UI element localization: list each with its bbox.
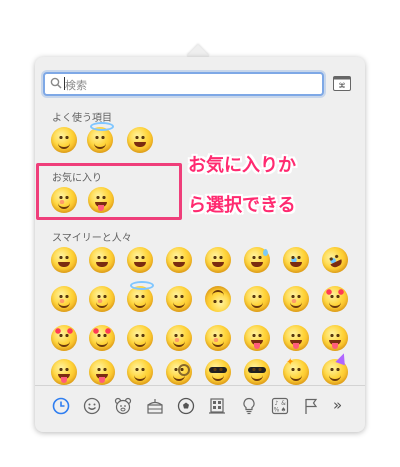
emoji-upside-down-face[interactable] [205,286,231,312]
emoji-smiling-face-with-hearts[interactable] [51,325,77,351]
search-placeholder: 検索 [65,79,87,92]
category-recent[interactable] [51,396,71,416]
emoji-zany-face[interactable] [89,359,115,385]
emoji-grinning-face[interactable] [127,127,153,153]
category-bar-divider [35,385,365,386]
category-travel[interactable] [207,396,227,416]
emoji-squinting-face-with-tongue[interactable] [322,325,348,351]
category-food[interactable] [145,396,165,416]
food-icon [147,399,163,414]
emoji-face-savoring-food[interactable] [244,325,270,351]
emoji-beaming-face[interactable] [166,247,192,273]
soccer-ball-icon [177,397,195,415]
emoji-relieved-face[interactable] [283,286,309,312]
emoji-winking-face[interactable] [51,127,77,153]
svg-text:%: % [274,407,280,414]
character-viewer-button[interactable]: ⌘ [333,76,351,91]
emoji-kissing-face-with-smiling-eyes[interactable] [166,325,192,351]
favorites-highlight-box [36,163,182,220]
building-icon [209,398,225,414]
category-symbols[interactable]: ♪ & % ♠ [270,396,290,416]
emoji-face-with-tongue[interactable] [283,325,309,351]
smiley-icon [83,397,101,415]
emoji-face-blowing-kiss[interactable] [89,325,115,351]
annotation-line-2: ら選択できる [188,195,296,216]
search-field[interactable]: 検索 [43,72,324,96]
emoji-smiling-face-with-smiling-eyes[interactable] [89,286,115,312]
category-flags[interactable] [301,396,321,416]
clock-icon [52,397,70,415]
emoji-smiling-face-with-halo[interactable] [127,281,154,312]
svg-text:♠: ♠ [281,407,286,414]
emoji-smiling-face-with-halo[interactable] [87,122,114,153]
emoji-face-with-monocle[interactable] [166,359,192,385]
emoji-smiling-face-with-heart-eyes[interactable] [322,286,348,312]
svg-text:⌘: ⌘ [339,82,346,90]
character-viewer-icon: ⌘ [333,76,351,91]
emoji-winking-face[interactable] [244,286,270,312]
flag-icon [305,398,318,414]
annotation-line-1: お気に入りか [188,155,296,176]
emoji-smiling-face[interactable] [51,286,77,312]
emoji-winking-face-with-tongue[interactable] [51,359,77,385]
emoji-grinning-face-with-sweat[interactable] [244,247,270,273]
emoji-kissing-face[interactable] [127,325,153,351]
emoji-slightly-smiling-face[interactable] [166,286,192,312]
bear-icon [114,397,132,415]
emoji-nerd-face[interactable] [205,359,231,385]
category-smileys[interactable] [82,396,102,416]
symbols-icon: ♪ & % ♠ [271,397,289,415]
emoji-star-struck[interactable] [283,357,309,385]
emoji-face-with-raised-eyebrow[interactable] [127,359,153,385]
search-icon [50,77,62,89]
category-animals[interactable] [113,396,133,416]
more-categories-button[interactable]: » [333,396,342,414]
emoji-grinning-squinting-face[interactable] [205,247,231,273]
section-label-smileys: スマイリーと人々 [52,233,132,244]
emoji-smiling-face-with-sunglasses[interactable] [244,359,270,385]
category-activity[interactable] [176,396,196,416]
emoji-grinning-face-with-smiling-eyes[interactable] [127,247,153,273]
category-objects[interactable] [239,396,259,416]
emoji-kissing-face-with-closed-eyes[interactable] [205,325,231,351]
emoji-grinning-face-with-big-eyes[interactable] [89,247,115,273]
emoji-partying-face[interactable] [322,359,348,385]
lightbulb-icon [243,397,255,415]
emoji-grinning-face[interactable] [51,247,77,273]
emoji-face-with-tears-of-joy[interactable] [281,247,311,273]
